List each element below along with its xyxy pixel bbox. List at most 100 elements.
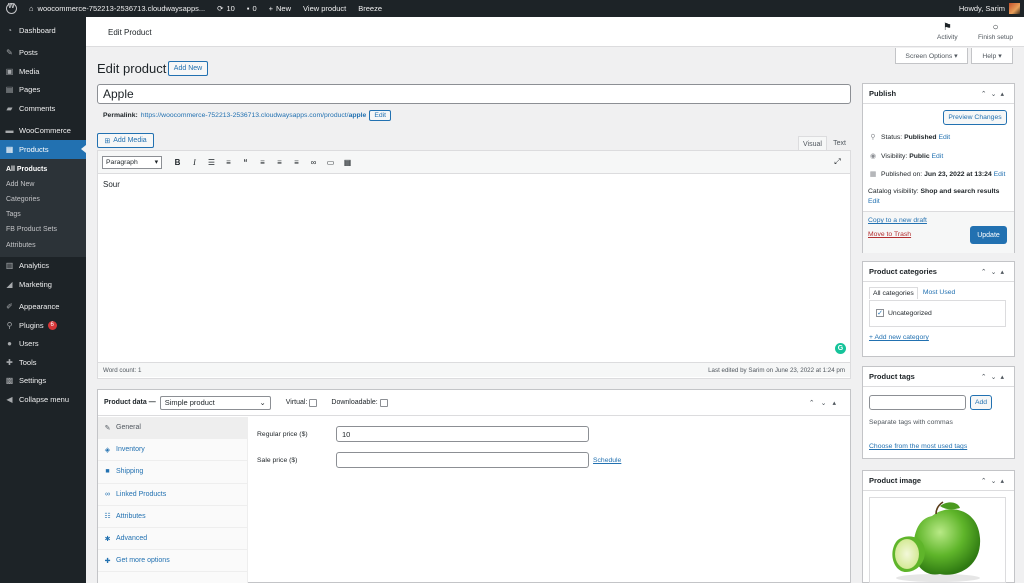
activity-button[interactable]: ⚑ Activity [937, 22, 958, 41]
category-checklist: ✓ Uncategorized [869, 300, 1006, 327]
link-icon[interactable]: ∞ [305, 158, 322, 167]
sidebar-item-appearance[interactable]: ✐ Appearance [0, 298, 86, 317]
box-controls-icon[interactable]: ⌃⌄▴ [981, 373, 1008, 381]
sidebar-item-analytics[interactable]: ▥ Analytics [0, 257, 86, 276]
regular-price-input[interactable]: 10 [336, 426, 589, 442]
preview-changes-button[interactable]: Preview Changes [943, 110, 1007, 125]
editor-content[interactable]: Sour G [98, 174, 850, 362]
submenu-attributes[interactable]: Attributes [0, 237, 86, 252]
category-item-uncategorized[interactable]: ✓ Uncategorized [876, 309, 932, 317]
align-left-icon[interactable]: ≡ [254, 158, 271, 167]
sidebar-item-tools[interactable]: ✚ Tools [0, 353, 86, 372]
sidebar-collapse-menu[interactable]: ◀ Collapse menu [0, 390, 86, 409]
tab-inventory[interactable]: ◈ Inventory [98, 439, 247, 462]
product-image-header[interactable]: Product image ⌃⌄▴ [863, 471, 1014, 491]
sidebar-item-settings[interactable]: ▩ Settings [0, 372, 86, 391]
product-image-thumbnail[interactable] [869, 497, 1006, 583]
tab-general[interactable]: ✎ General [98, 417, 247, 440]
downloadable-checkbox[interactable] [379, 398, 388, 407]
user-account[interactable]: Howdy, Sarim [959, 3, 1024, 14]
tab-visual[interactable]: Visual [798, 136, 827, 151]
finish-setup-button[interactable]: ○ Finish setup [978, 22, 1013, 41]
box-controls-icon[interactable]: ⌃⌄▴ [981, 90, 1008, 98]
add-tag-button[interactable]: Add [970, 395, 992, 410]
virtual-checkbox[interactable] [309, 398, 318, 407]
submenu-tags[interactable]: Tags [0, 207, 86, 222]
sale-price-input[interactable] [336, 452, 589, 468]
visibility-edit-link[interactable]: Edit [932, 153, 944, 160]
copy-to-draft-link[interactable]: Copy to a new draft [868, 217, 927, 224]
tab-advanced[interactable]: ✱ Advanced [98, 528, 247, 551]
choose-most-used-tags-link[interactable]: Choose from the most used tags [869, 443, 967, 450]
permalink-edit-button[interactable]: Edit [369, 110, 392, 121]
catalog-visibility-edit-link[interactable]: Edit [868, 198, 880, 205]
product-title-input[interactable]: Apple [97, 84, 851, 104]
sidebar-item-posts[interactable]: ✎ Posts [0, 44, 86, 63]
paragraph-format-select[interactable]: Paragraph ▾ [102, 155, 162, 169]
toolbar-toggle-icon[interactable]: ▦ [339, 158, 356, 167]
bold-icon[interactable]: B [169, 158, 186, 167]
italic-icon[interactable]: I [186, 158, 203, 167]
status-edit-link[interactable]: Edit [938, 134, 950, 141]
updates-link[interactable]: ⟳ 10 [211, 0, 241, 17]
tab-text[interactable]: Text [828, 136, 851, 151]
box-controls-icon[interactable]: ⌃⌄▴ [981, 477, 1008, 485]
align-center-icon[interactable]: ≡ [271, 158, 288, 167]
tab-attributes[interactable]: ☷ Attributes [98, 506, 247, 528]
tab-most-used[interactable]: Most Used [918, 287, 960, 299]
update-button[interactable]: Update [970, 226, 1007, 244]
align-right-icon[interactable]: ≡ [288, 158, 305, 167]
tab-shipping[interactable]: ■ Shipping [98, 461, 247, 484]
help-tab[interactable]: Help ▾ [971, 48, 1013, 64]
tags-box-header[interactable]: Product tags ⌃⌄▴ [863, 367, 1014, 387]
sidebar-item-woocommerce[interactable]: ▬ WooCommerce [0, 122, 86, 141]
sidebar-item-media[interactable]: ▣ Media [0, 62, 86, 81]
tools-icon: ✚ [6, 357, 13, 367]
box-controls-icon[interactable]: ⌃⌄▴ [981, 268, 1008, 276]
breeze-link[interactable]: Breeze [352, 0, 388, 17]
move-to-trash-link[interactable]: Move to Trash [868, 231, 911, 238]
submenu-all-products[interactable]: All Products [0, 162, 86, 177]
sidebar-item-users[interactable]: ● Users [0, 335, 86, 354]
comments-link[interactable]: ▪ 0 [241, 0, 263, 17]
fullscreen-icon[interactable]: ⤢ [829, 157, 846, 167]
screen-options-tab[interactable]: Screen Options ▾ [895, 48, 968, 64]
new-content-link[interactable]: + New [263, 0, 297, 17]
bulleted-list-icon[interactable]: ☰ [203, 158, 220, 167]
sidebar-item-dashboard[interactable]: ◔ Dashboard [0, 21, 86, 40]
gear-icon: ✱ [104, 535, 111, 543]
submenu-categories[interactable]: Categories [0, 192, 86, 207]
settings-icon: ▩ [5, 376, 14, 386]
product-type-select[interactable]: Simple product ⌄ [159, 395, 271, 410]
schedule-link[interactable]: Schedule [593, 457, 621, 464]
sidebar-item-comments[interactable]: ▰ Comments [0, 99, 86, 118]
site-name-link[interactable]: ⌂ woocommerce-752213-2536713.cloudwaysapp… [23, 0, 211, 17]
permalink-link[interactable]: https://woocommerce-752213-2536713.cloud… [141, 112, 367, 119]
tab-get-more-options[interactable]: ✚ Get more options [98, 550, 247, 573]
tab-all-categories[interactable]: All categories [869, 287, 918, 299]
numbered-list-icon[interactable]: ≡ [220, 158, 237, 167]
tab-linked-products[interactable]: ∞ Linked Products [98, 484, 247, 506]
check-icon[interactable]: ✓ [876, 309, 884, 317]
blockquote-icon[interactable]: “ [237, 158, 254, 167]
submenu-fb-product-sets[interactable]: FB Product Sets [0, 222, 86, 237]
view-product-link[interactable]: View product [297, 0, 352, 17]
visibility-row: ◉ Visibility: Public Edit [869, 152, 944, 161]
sidebar-item-products[interactable]: ▦ Products [0, 140, 86, 159]
add-new-button[interactable]: Add New [168, 61, 208, 76]
tag-input[interactable] [869, 395, 966, 410]
read-more-icon[interactable]: ▭ [322, 158, 339, 167]
home-icon: ⌂ [29, 4, 34, 13]
submenu-add-new[interactable]: Add New [0, 177, 86, 192]
wordpress-logo-icon[interactable] [0, 0, 23, 17]
add-media-button[interactable]: ⊞ Add Media [97, 133, 154, 148]
sidebar-item-marketing[interactable]: ◢ Marketing [0, 275, 86, 294]
add-new-category-link[interactable]: + Add new category [869, 334, 929, 341]
grammarly-icon[interactable]: G [835, 343, 846, 354]
published-edit-link[interactable]: Edit [994, 171, 1006, 178]
publish-box-header[interactable]: Publish ⌃⌄▴ [863, 84, 1014, 104]
box-controls-icon[interactable]: ⌃⌄▴ [809, 399, 842, 407]
sidebar-item-pages[interactable]: ▤ Pages [0, 81, 86, 100]
sidebar-item-plugins[interactable]: ⚲ Plugins 6 [0, 316, 86, 335]
categories-box-header[interactable]: Product categories ⌃⌄▴ [863, 262, 1014, 282]
